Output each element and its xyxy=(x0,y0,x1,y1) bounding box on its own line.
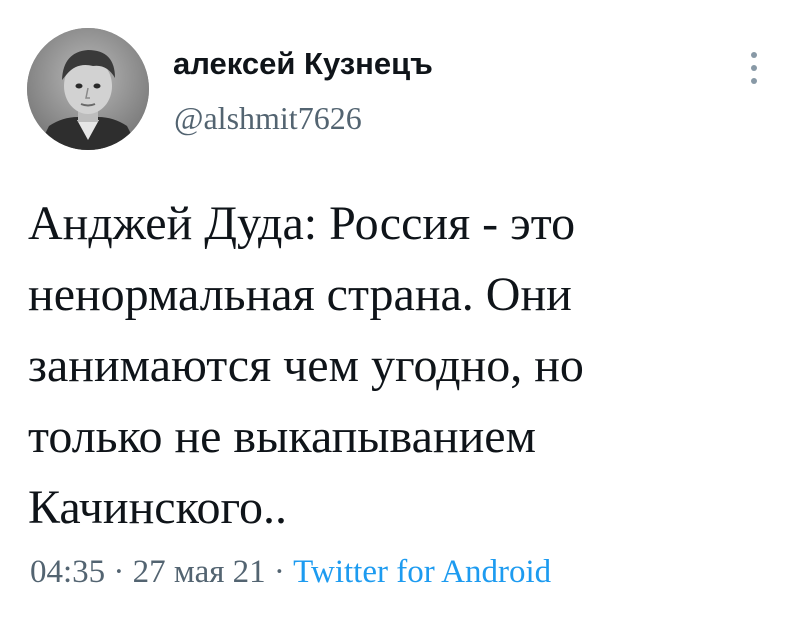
user-handle[interactable]: @alshmit7626 xyxy=(174,100,362,136)
avatar[interactable] xyxy=(27,28,149,150)
tweet-date[interactable]: 27 мая 21 xyxy=(133,554,266,590)
display-name[interactable]: алексей Кузнецъ xyxy=(173,46,433,82)
tweet-line: занимаются чем угодно, но xyxy=(28,339,584,392)
tweet-source-link[interactable]: Twitter for Android xyxy=(293,554,551,590)
tweet-text: Анджей Дуда: Россия - это ненормальная с… xyxy=(28,188,788,543)
tweet-line: ненормальная страна. Они xyxy=(28,268,572,321)
tweet-time[interactable]: 04:35 xyxy=(30,554,105,590)
more-dot xyxy=(751,78,757,84)
more-dot xyxy=(751,65,757,71)
avatar-photo-icon xyxy=(27,28,149,150)
tweet-line: Анджей Дуда: Россия - это xyxy=(28,197,576,250)
meta-separator: · xyxy=(265,554,294,590)
tweet-card: алексей Кузнецъ @alshmit7626 Анджей Дуда… xyxy=(0,0,800,620)
tweet-line: Качинского.. xyxy=(28,481,287,534)
tweet-line: только не выкапыванием xyxy=(28,410,536,463)
more-options-icon[interactable] xyxy=(742,48,766,88)
meta-separator: · xyxy=(105,554,133,590)
tweet-metadata: 04:35 · 27 мая 21 · Twitter for Android xyxy=(30,552,551,592)
more-dot xyxy=(751,52,757,58)
